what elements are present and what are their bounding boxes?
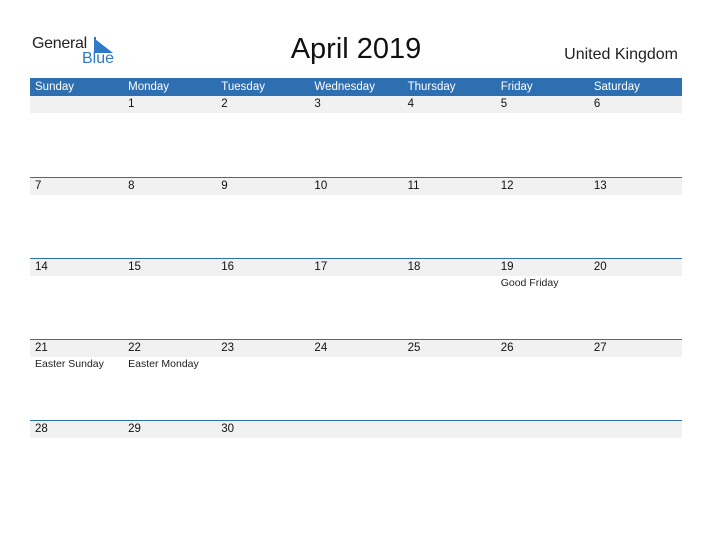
day-number: 22 — [128, 342, 141, 354]
day-number: 20 — [593, 261, 607, 273]
holiday-label — [403, 276, 496, 290]
holiday-label — [123, 276, 216, 290]
week-row: 7 8 9 10 11 12 13 — [30, 177, 682, 258]
day-number: 4 — [407, 98, 414, 110]
day-number: 29 — [128, 423, 141, 435]
week-row: 28 29 30 — [30, 420, 682, 501]
date-strip: 14 15 16 17 18 19 20 — [30, 259, 682, 276]
day-number: 5 — [500, 98, 508, 110]
weekday-saturday: Saturday — [593, 81, 640, 93]
day-number: 23 — [221, 342, 235, 354]
day-number: 18 — [407, 261, 421, 273]
day-number: 25 — [407, 342, 421, 354]
holiday-row: Easter Sunday Easter Monday — [30, 357, 682, 371]
day-number: 26 — [500, 342, 514, 354]
day-number: 21 — [35, 342, 48, 354]
day-number: 13 — [593, 180, 607, 192]
week-row: 1 2 3 4 5 6 — [30, 96, 682, 177]
holiday-label: Easter Sunday — [35, 358, 104, 370]
weekday-tuesday: Tuesday — [221, 81, 265, 93]
day-number: 9 — [221, 180, 228, 192]
day-number: 6 — [593, 98, 601, 110]
date-strip: 1 2 3 4 5 6 — [30, 96, 682, 113]
weekday-thursday: Thursday — [407, 81, 456, 93]
holiday-label — [589, 276, 682, 290]
holiday-label — [403, 357, 496, 371]
holiday-label — [216, 357, 309, 371]
day-number: 27 — [593, 342, 607, 354]
day-number: 28 — [35, 423, 48, 435]
weekday-monday: Monday — [128, 81, 170, 93]
weeks-container: 1 2 3 4 5 6 7 8 9 10 11 12 13 14 15 16 17 18 19 20 Good Frid… — [30, 96, 682, 501]
day-number — [403, 421, 496, 438]
day-number: 14 — [35, 261, 48, 273]
day-number: 3 — [314, 98, 321, 110]
day-number: 19 — [500, 261, 514, 273]
weekday-sunday: Sunday — [35, 81, 75, 93]
day-number: 15 — [128, 261, 141, 273]
weekday-friday: Friday — [500, 81, 533, 93]
day-number — [309, 421, 402, 438]
week-row: 21 22 23 24 25 26 27 Easter Sunday Easter Monday — [30, 339, 682, 420]
holiday-label — [30, 276, 123, 290]
day-number: 7 — [35, 180, 42, 192]
holiday-label: Easter Monday — [128, 358, 199, 370]
weekday-wednesday: Wednesday — [314, 81, 375, 93]
day-number: 16 — [221, 261, 235, 273]
holiday-label: Good Friday — [500, 277, 559, 289]
day-number: 24 — [314, 342, 328, 354]
calendar-grid: Sunday Monday Tuesday Wednesday Thursday Frid… — [30, 78, 682, 501]
day-number: 12 — [500, 180, 514, 192]
holiday-label — [496, 357, 589, 371]
weekday-header: Sunday Monday Tuesday Wednesday Thursday Frid… — [30, 78, 682, 96]
date-strip: 28 29 30 — [30, 421, 682, 438]
holiday-label — [589, 357, 682, 371]
day-number — [589, 421, 682, 438]
day-number: 10 — [314, 180, 328, 192]
day-number: 2 — [221, 98, 228, 110]
day-number — [496, 421, 589, 438]
holiday-label — [216, 276, 309, 290]
date-strip: 21 22 23 24 25 26 27 — [30, 340, 682, 357]
day-number: 1 — [128, 98, 135, 110]
day-number: 11 — [407, 180, 420, 192]
country-label: United Kingdom — [564, 46, 678, 63]
day-number: 8 — [128, 180, 135, 192]
day-number: 17 — [314, 261, 328, 273]
day-number: 30 — [221, 423, 235, 435]
holiday-row: Good Friday — [30, 276, 682, 290]
week-row: 14 15 16 17 18 19 20 Good Friday — [30, 258, 682, 339]
date-strip: 7 8 9 10 11 12 13 — [30, 178, 682, 195]
day-number — [30, 96, 123, 113]
holiday-label — [309, 276, 402, 290]
holiday-label — [309, 357, 402, 371]
